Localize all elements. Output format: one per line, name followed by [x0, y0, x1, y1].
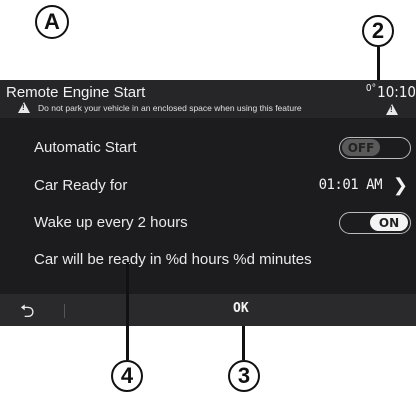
screen-title: Remote Engine Start [6, 84, 146, 101]
automatic-start-toggle[interactable]: OFF [339, 137, 411, 159]
automatic-start-label: Automatic Start [34, 139, 137, 156]
wake-up-toggle[interactable]: ON [339, 212, 411, 234]
ready-message-text: Car will be ready in %d hours %d minutes [34, 251, 312, 268]
row-wake-up[interactable]: Wake up every 2 hours ON [0, 207, 416, 237]
remote-engine-start-screen: Remote Engine Start 0°10:10 Do not park … [0, 80, 416, 326]
callout-4: 4 [111, 360, 143, 392]
toggle-state-off: OFF [342, 139, 380, 156]
car-ready-time-value: 01:01 AM [318, 177, 383, 193]
chevron-right-icon[interactable]: ❯ [393, 175, 408, 196]
bar-divider [64, 304, 65, 318]
status-area: 0°10:10 [366, 83, 416, 101]
warning-text: Do not park your vehicle in an enclosed … [38, 103, 302, 113]
ok-button[interactable]: OK [233, 301, 249, 316]
toggle-state-on: ON [370, 214, 408, 231]
row-automatic-start[interactable]: Automatic Start OFF [0, 132, 416, 162]
wake-up-label: Wake up every 2 hours [34, 214, 188, 231]
clock: 10:10 [377, 83, 416, 101]
temperature-indicator: 0° [365, 83, 377, 94]
title-bar: Remote Engine Start 0°10:10 Do not park … [0, 80, 416, 118]
bottom-bar: ⮌ OK [0, 294, 416, 326]
warning-icon-right [386, 104, 398, 115]
warning-icon [18, 102, 30, 113]
callout-2: 2 [362, 15, 394, 47]
callout-4-leader [126, 262, 129, 360]
row-ready-message: Car will be ready in %d hours %d minutes [0, 244, 416, 274]
callout-3-leader [242, 326, 245, 360]
car-ready-for-label: Car Ready for [34, 177, 128, 194]
callout-3: 3 [228, 360, 260, 392]
row-car-ready-for[interactable]: Car Ready for 01:01 AM ❯ [0, 170, 416, 200]
callout-a: A [35, 5, 69, 39]
back-arrow-icon[interactable]: ⮌ [20, 299, 34, 329]
